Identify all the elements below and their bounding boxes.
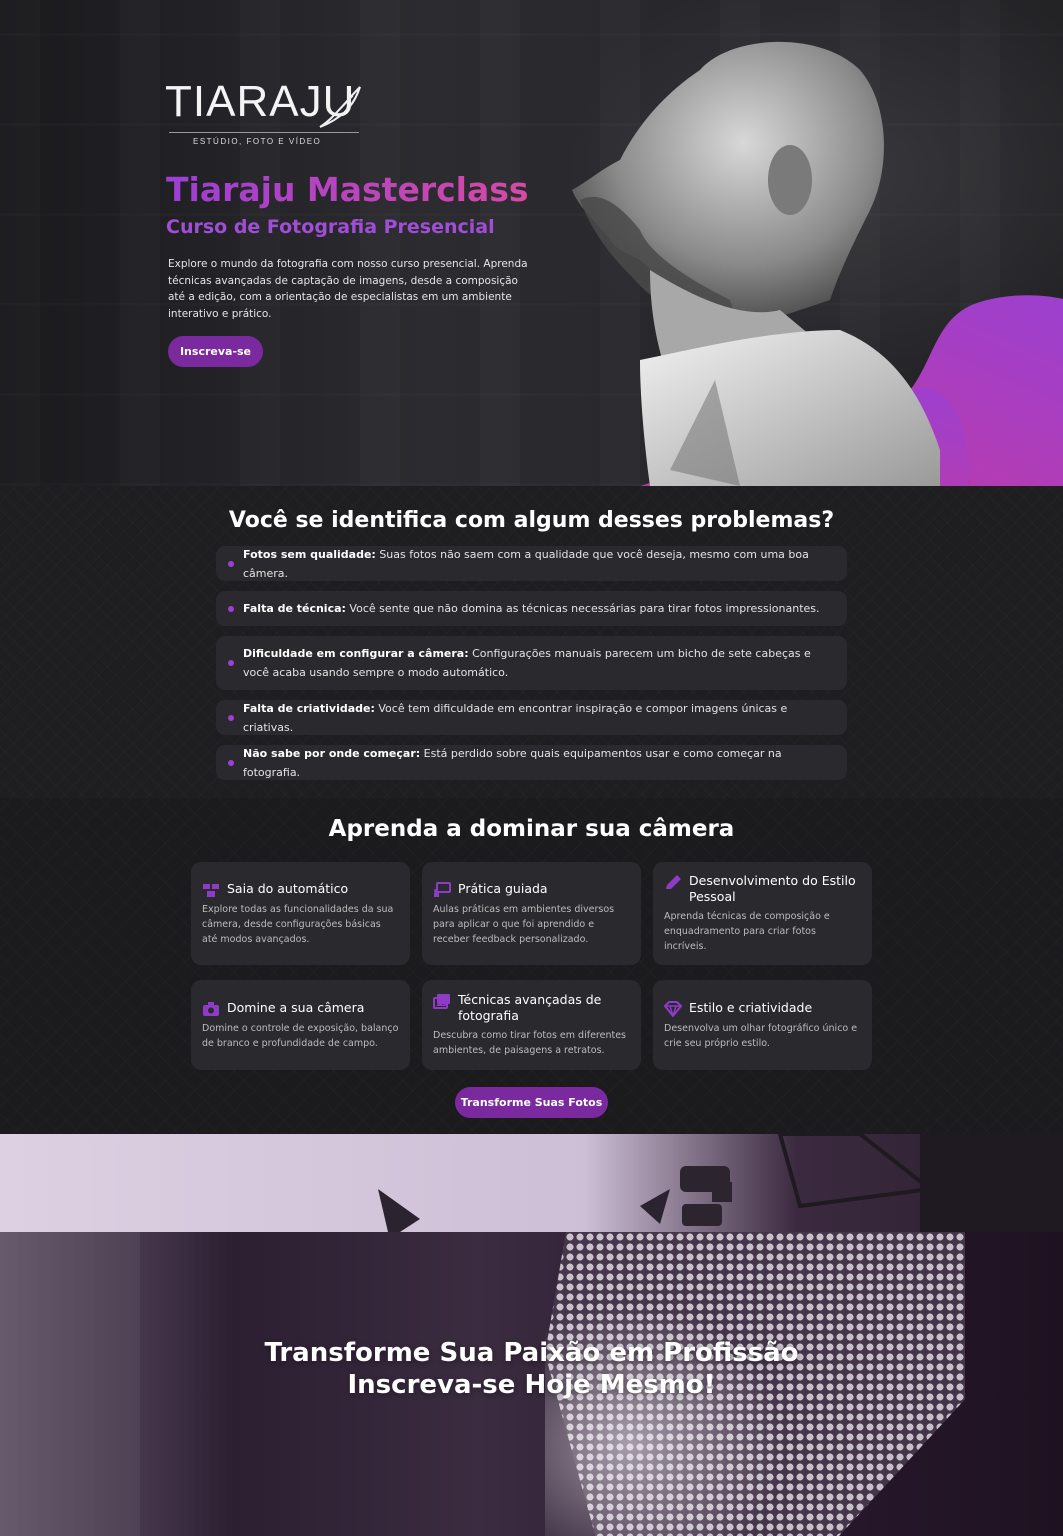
feature-card: Técnicas avançadas de fotografia Descubr…: [422, 980, 641, 1070]
problem-text: Dificuldade em configurar a câmera: Conf…: [243, 647, 811, 679]
instructor-portrait: [572, 41, 940, 486]
transform-photos-button[interactable]: Transforme Suas Fotos: [455, 1087, 608, 1118]
feature-card: Desenvolvimento do Estilo Pessoal Aprend…: [653, 862, 872, 965]
hero-section: TIARAJU ESTÚDIO, FOTO E VÍDEO Tiaraju Ma…: [0, 0, 1063, 486]
boxes-icon: [203, 883, 219, 897]
hero-subtitle: Curso de Fotografia Presencial: [166, 216, 495, 238]
camera-icon: [203, 1001, 219, 1016]
problems-title: Você se identifica com algum desses prob…: [228, 508, 835, 533]
card-title: Técnicas avançadas de fotografia: [458, 992, 602, 1023]
feature-card: Saia do automático Explore todas as func…: [191, 862, 410, 965]
card-title: Desenvolvimento do Estilo Pessoal: [689, 873, 856, 904]
list-item: Fotos sem qualidade: Suas fotos não saem…: [216, 546, 847, 581]
images-icon: [433, 994, 450, 1009]
problem-text: Falta de técnica: Você sente que não dom…: [243, 602, 820, 615]
card-title: Domine a sua câmera: [227, 999, 365, 1015]
list-item: Falta de técnica: Você sente que não dom…: [216, 591, 847, 626]
card-description: Desenvolva um olhar fotográfico único e …: [664, 1022, 858, 1049]
gem-icon: [664, 1000, 682, 1017]
pencil-icon: [666, 875, 681, 889]
feather-icon: [319, 86, 361, 128]
brand-logo[interactable]: TIARAJU ESTÚDIO, FOTO E VÍDEO: [165, 80, 365, 150]
cta-section: Transforme Sua Paixão em Profissão Inscr…: [0, 1232, 1063, 1536]
feature-card: Prática guiada Aulas práticas em ambient…: [422, 862, 641, 965]
card-title: Prática guiada: [458, 880, 548, 896]
bullet-icon: [228, 660, 234, 666]
problem-text: Fotos sem qualidade: Suas fotos não saem…: [243, 547, 809, 580]
cta-headline: Transforme Sua Paixão em Profissão: [264, 1338, 799, 1368]
list-item: Dificuldade em configurar a câmera: Conf…: [216, 636, 847, 690]
card-description: Descubra como tirar fotos em diferentes …: [433, 1030, 626, 1056]
bullet-icon: [228, 714, 234, 721]
hero-title: Tiaraju Masterclass: [166, 170, 529, 209]
bullet-icon: [228, 759, 234, 766]
cta-subheadline: Inscreva-se Hoje Mesmo!: [347, 1370, 716, 1400]
problem-text: Não sabe por onde começar: Está perdido …: [243, 746, 782, 779]
studio-equipment-image: [378, 1134, 1063, 1232]
list-item: Não sabe por onde começar: Está perdido …: [216, 745, 847, 780]
bullet-icon: [228, 605, 234, 612]
card-title: Saia do automático: [227, 880, 349, 896]
presentation-icon: [434, 881, 451, 897]
learn-title: Aprenda a dominar sua câmera: [328, 816, 735, 842]
list-item: Falta de criatividade: Você tem dificuld…: [216, 700, 847, 735]
logo-tagline: ESTÚDIO, FOTO E VÍDEO: [193, 137, 322, 146]
studio-image-band: [0, 1134, 1063, 1232]
card-title: Estilo e criatividade: [689, 999, 813, 1015]
problem-text: Falta de criatividade: Você tem dificuld…: [243, 701, 788, 734]
bullet-icon: [228, 560, 234, 567]
card-description: Aulas práticas em ambientes diversos par…: [433, 903, 615, 945]
card-description: Aprenda técnicas de composição e enquadr…: [664, 911, 830, 952]
problems-list: Fotos sem qualidade: Suas fotos não saem…: [216, 546, 847, 790]
problems-section: Você se identifica com algum desses prob…: [0, 486, 1063, 798]
card-description: Explore todas as funcionalidades da sua …: [202, 903, 394, 945]
feature-card: Domine a sua câmera Domine o controle de…: [191, 980, 410, 1070]
feature-card: Estilo e criatividade Desenvolva um olha…: [653, 980, 872, 1070]
card-description: Domine o controle de exposição, balanço …: [202, 1022, 399, 1049]
hero-description: Explore o mundo da fotografia com nosso …: [168, 258, 528, 321]
logo-divider: [169, 132, 359, 133]
learn-section: Aprenda a dominar sua câmera Saia do aut…: [0, 798, 1063, 1134]
signup-button[interactable]: Inscreva-se: [168, 336, 263, 367]
